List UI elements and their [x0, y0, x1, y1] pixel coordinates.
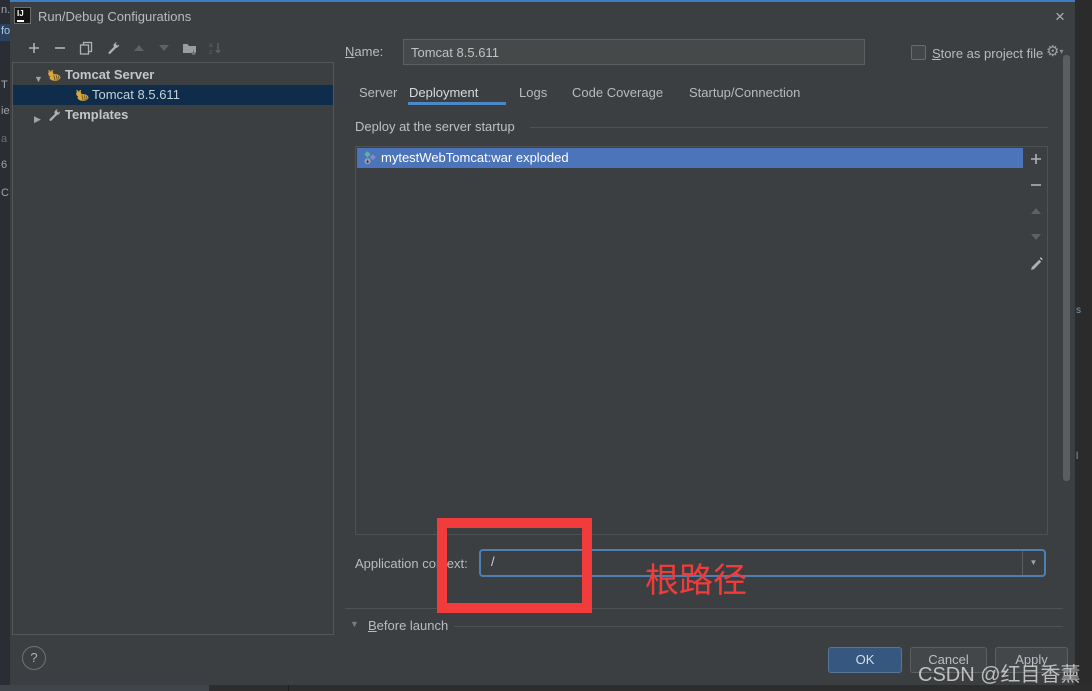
dialog-title: Run/Debug Configurations: [38, 9, 192, 24]
add-icon: [29, 43, 39, 53]
close-button[interactable]: ×: [1048, 6, 1072, 28]
background-left-strip: n. fo T ie a 6 C: [0, 0, 10, 691]
watermark: CSDN @红目香薰: [918, 664, 1081, 686]
remove-artifact-button[interactable]: [1028, 177, 1044, 193]
chevron-down-icon: ▾: [1059, 47, 1064, 56]
before-launch-header[interactable]: Before launch: [368, 618, 448, 633]
help-button[interactable]: ?: [22, 646, 46, 670]
tree-item-tomcat-8-5-611[interactable]: Tomcat 8.5.611: [13, 85, 333, 105]
new-folder-icon: [182, 43, 196, 55]
remove-icon: [1031, 184, 1041, 186]
chevron-collapsed-icon: ▶: [34, 114, 41, 124]
tab-startup-connection[interactable]: Startup/Connection: [689, 82, 800, 104]
store-settings-button[interactable]: ⚙▾: [1046, 42, 1063, 60]
move-up-icon: [134, 45, 144, 51]
store-as-project-file-checkbox[interactable]: [911, 45, 926, 60]
chevron-expanded-icon: ▼: [350, 619, 359, 629]
wrench-icon: [49, 109, 61, 121]
edit-icon: [1031, 257, 1043, 270]
svg-text:a: a: [209, 42, 213, 49]
artifact-list-item[interactable]: mytestWebTomcat:war exploded: [357, 148, 1023, 168]
background-highlight-line: fo: [0, 24, 10, 41]
before-launch-divider: [454, 626, 1063, 627]
move-up-icon: [1031, 208, 1041, 214]
close-icon: ×: [1055, 7, 1065, 26]
new-folder-button[interactable]: [180, 39, 198, 57]
move-artifact-up-button[interactable]: [1028, 203, 1044, 219]
edit-templates-icon: [108, 42, 120, 54]
deploy-section-title: Deploy at the server startup: [355, 119, 515, 134]
tree-item-tomcat-server[interactable]: ▼ Tomcat Server: [13, 65, 333, 85]
copy-icon: [79, 41, 93, 55]
selected-tab-underline: [408, 102, 506, 105]
name-label: Name:: [345, 44, 384, 59]
combobox-dropdown-button[interactable]: ▼: [1022, 551, 1044, 575]
add-artifact-button[interactable]: [1028, 151, 1044, 167]
sort-alphabetically-icon: a z: [209, 42, 221, 55]
help-icon: ?: [30, 650, 38, 665]
remove-configuration-button[interactable]: [51, 39, 69, 57]
name-input[interactable]: [403, 39, 865, 65]
sort-configurations-button[interactable]: a z: [206, 39, 224, 57]
section-divider: [530, 127, 1048, 128]
add-configuration-button[interactable]: [25, 39, 43, 57]
intellij-logo-icon: IJ: [14, 7, 31, 24]
move-down-button[interactable]: [155, 39, 173, 57]
artifact-exploded-war-icon: [364, 151, 376, 165]
gear-icon: ⚙: [1046, 43, 1060, 60]
configurations-tree: ▼ Tomcat Server Tomcat 8.5.611 ▶ Templat…: [12, 62, 334, 635]
store-as-project-file-label: Store as project file: [932, 46, 1044, 61]
move-up-button[interactable]: [130, 39, 148, 57]
tomcat-icon: [48, 69, 61, 81]
tab-code-coverage[interactable]: Code Coverage: [572, 82, 663, 104]
annotation-label: 根路径: [645, 562, 747, 600]
vertical-scrollbar[interactable]: [1063, 55, 1070, 481]
artifacts-list-panel: mytestWebTomcat:war exploded: [355, 146, 1048, 535]
tomcat-icon: [76, 89, 89, 101]
ok-button[interactable]: OK: [828, 647, 902, 673]
move-down-icon: [159, 45, 169, 51]
move-artifact-down-button[interactable]: [1028, 229, 1044, 245]
tree-item-templates[interactable]: ▶ Templates: [13, 105, 333, 125]
move-down-icon: [1031, 234, 1041, 240]
copy-configuration-button[interactable]: [77, 39, 95, 57]
tab-logs[interactable]: Logs: [519, 82, 547, 104]
tab-server[interactable]: Server: [359, 82, 397, 104]
chevron-down-icon: ▼: [1029, 558, 1038, 567]
edit-artifact-button[interactable]: [1028, 255, 1044, 271]
edit-templates-button[interactable]: [104, 39, 122, 57]
add-icon: [1031, 154, 1041, 164]
tab-deployment[interactable]: Deployment: [409, 82, 478, 104]
svg-text:z: z: [209, 49, 212, 55]
annotation-box: [437, 518, 592, 613]
remove-icon: [55, 47, 65, 49]
background-right-strip: s l: [1075, 0, 1092, 691]
